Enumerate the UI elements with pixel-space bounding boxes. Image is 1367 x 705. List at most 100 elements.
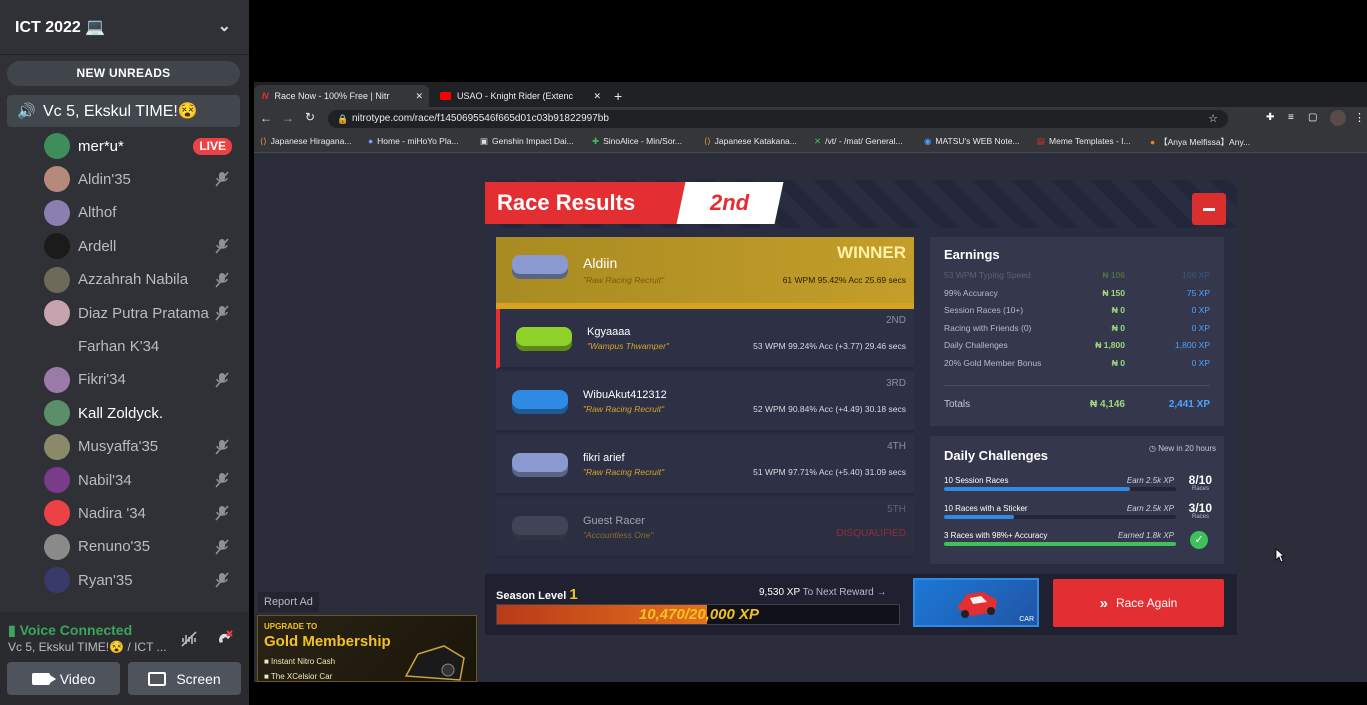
voice-member[interactable]: Azzahrah Nabila: [44, 265, 240, 295]
reload-icon[interactable]: ↻: [305, 110, 315, 124]
live-badge: LIVE: [193, 138, 232, 155]
youtube-icon: [440, 92, 451, 100]
camera-icon: [31, 672, 56, 685]
avatar: [44, 567, 70, 594]
close-icon[interactable]: ✕: [415, 91, 423, 102]
avatar: [44, 233, 70, 260]
screen-share-icon: [148, 671, 167, 686]
star-icon[interactable]: ☆: [1208, 110, 1218, 128]
voice-member[interactable]: Farhan K'34: [44, 331, 240, 361]
server-name: ICT 2022 💻: [15, 19, 106, 36]
voice-channel-path[interactable]: Vc 5, Ekskul TIME!😵 / ICT ...: [8, 640, 167, 654]
bookmark-item[interactable]: ● 【Anya Melfissa】Any...: [1150, 136, 1250, 148]
server-header[interactable]: ICT 2022 💻 ⌄: [0, 0, 249, 55]
voice-channel[interactable]: 🔊 Vc 5, Ekskul TIME!😵: [7, 95, 240, 127]
racer-name: fikri arief: [583, 452, 625, 464]
screen-share-button[interactable]: Screen: [128, 662, 241, 695]
bookmark-item[interactable]: ▣ Genshin Impact Dai...: [480, 136, 574, 147]
tab-youtube[interactable]: USAO - Knight Rider (Extenc ✕: [432, 85, 607, 107]
member-name: Kall Zoldyck.: [78, 404, 164, 422]
racer-car-icon: [516, 327, 572, 351]
racer-row: Kgyaaaa "Wampus Thwamper" 2ND 53 WPM 99.24%…: [496, 309, 914, 369]
racer-stats: 52 WPM 90.84% Acc (+4.49) 30.18 secs: [753, 404, 906, 414]
bookmark-item[interactable]: ⟨⟩ Japanese Katakana...: [704, 136, 797, 147]
member-name: Nabil'34: [78, 471, 132, 489]
earnings-row: Racing with Friends (0) ₦ 00 XP: [944, 322, 1210, 333]
earnings-row: 53 WPM Typing Speed ₦ 106 106 XP: [944, 270, 1210, 280]
bookmark-item[interactable]: ◉ MATSU's WEB Note...: [924, 136, 1020, 147]
season-bar: Season Level 1 9,530 XP To Next Reward →…: [485, 574, 1237, 635]
season-xp-text: 10,470/20,000 XP: [638, 606, 760, 623]
bookmark-item[interactable]: ● Home - miHoYo Pla...: [368, 136, 459, 146]
racer-title: "Raw Racing Recruit": [583, 275, 665, 285]
racer-stats: 53 WPM 99.24% Acc (+3.77) 29.46 secs: [753, 341, 906, 351]
minus-icon: [1203, 207, 1215, 211]
menu-icon[interactable]: ⋮: [1354, 111, 1365, 124]
member-name: Aldin'35: [78, 170, 131, 188]
mic-muted-icon: [215, 539, 229, 555]
mic-muted-icon: [215, 372, 229, 388]
racer-row: Aldiin "Raw Racing Recruit" WINNER 61 WPM 9…: [496, 237, 914, 309]
voice-member[interactable]: Nabil'34: [44, 465, 240, 495]
avatar: [44, 133, 70, 159]
voice-member[interactable]: Althof: [44, 198, 240, 228]
voice-member[interactable]: Diaz Putra Pratama: [44, 298, 240, 328]
new-tab-button[interactable]: +: [610, 85, 630, 107]
season-xp-bar: 10,470/20,000 XP: [496, 604, 900, 625]
racer-name: Aldiin: [583, 255, 618, 271]
reward-type-label: CAR: [1019, 616, 1034, 623]
avatar: [44, 533, 70, 560]
report-ad-link[interactable]: Report Ad: [258, 592, 319, 612]
member-name: Azzahrah Nabila: [78, 271, 189, 289]
tab-bar: N Race Now - 100% Free | Nitr ✕ USAO - K…: [254, 82, 1367, 107]
new-unreads-pill[interactable]: NEW UNREADS: [7, 61, 240, 86]
close-icon[interactable]: ✕: [593, 91, 601, 102]
profile-avatar[interactable]: [1330, 110, 1346, 126]
bookmark-item[interactable]: ✚ SinoAlice - Min/Sor...: [592, 136, 682, 147]
voice-member[interactable]: Fikri'34: [44, 365, 240, 395]
voice-member[interactable]: Renuno'35: [44, 532, 240, 562]
back-icon[interactable]: ←: [260, 111, 272, 125]
speaker-icon: 🔊: [17, 103, 36, 120]
bookmark-item[interactable]: ⟨⟩ Japanese Hiragana...: [260, 136, 351, 147]
earnings-row: Session Races (10+) ₦ 00 XP: [944, 305, 1210, 315]
voice-connected-status[interactable]: ▮ Voice Connected: [8, 622, 132, 639]
voice-member[interactable]: Ardell: [44, 231, 240, 261]
forward-icon[interactable]: →: [282, 111, 294, 125]
race-again-button[interactable]: » Race Again: [1053, 579, 1224, 627]
gold-membership-ad[interactable]: UPGRADE TO Gold Membership ■ Instant Nit…: [257, 615, 477, 682]
tab-nitrotype[interactable]: N Race Now - 100% Free | Nitr ✕: [254, 85, 429, 107]
avatar: [44, 300, 70, 326]
address-bar-row: ← → ↻ 🔒 nitrotype.com/race/f1450695546f6…: [254, 107, 1367, 131]
chevron-down-icon[interactable]: ⌄: [218, 16, 231, 36]
reading-list-icon[interactable]: ≡: [1288, 112, 1294, 123]
voice-member[interactable]: Nadira '34: [44, 498, 240, 528]
voice-member[interactable]: Ryan'35: [44, 565, 240, 595]
minimize-button[interactable]: [1192, 193, 1226, 225]
racer-place: WINNER: [837, 243, 906, 262]
racer-place: 5TH: [887, 504, 906, 515]
voice-member[interactable]: mer*u* LIVE: [44, 131, 240, 161]
video-button[interactable]: Video: [7, 662, 120, 695]
voice-member[interactable]: Aldin'35: [44, 164, 240, 194]
challenge-progress: [944, 487, 1176, 491]
member-name: Althof: [78, 204, 117, 222]
voice-member[interactable]: Kall Zoldyck.: [44, 398, 240, 428]
mic-muted-icon: [215, 305, 229, 321]
daily-challenges-panel: Daily Challenges ◷ New in 20 hours 10 Se…: [930, 436, 1224, 564]
earnings-row: 99% Accuracy ₦ 150 75 XP: [944, 287, 1210, 298]
disconnect-icon[interactable]: [214, 628, 234, 648]
racer-row: WibuAkut412312 "Raw Racing Recruit" 3RD 52 …: [496, 372, 914, 432]
member-name: Ardell: [78, 237, 117, 255]
noise-suppression-icon[interactable]: [180, 630, 198, 648]
double-chevron-icon: »: [1099, 594, 1108, 612]
url-input[interactable]: 🔒 nitrotype.com/race/f1450695546f665d01c…: [328, 110, 1228, 128]
bookmark-item[interactable]: ✕/vt/ - /mat/ General...: [814, 136, 903, 147]
sidebar-icon[interactable]: ▢: [1308, 112, 1317, 123]
bookmark-item[interactable]: ▤ Meme Templates - I...: [1037, 136, 1131, 147]
next-reward-car[interactable]: CAR: [913, 578, 1039, 627]
daily-challenge: 10 Races with a Sticker Earn 2.5k XP 3/10 R…: [944, 500, 1212, 520]
challenge-progress: [944, 542, 1176, 546]
extensions-icon[interactable]: ✚: [1266, 112, 1274, 123]
voice-member[interactable]: Musyaffa'35: [44, 432, 240, 462]
